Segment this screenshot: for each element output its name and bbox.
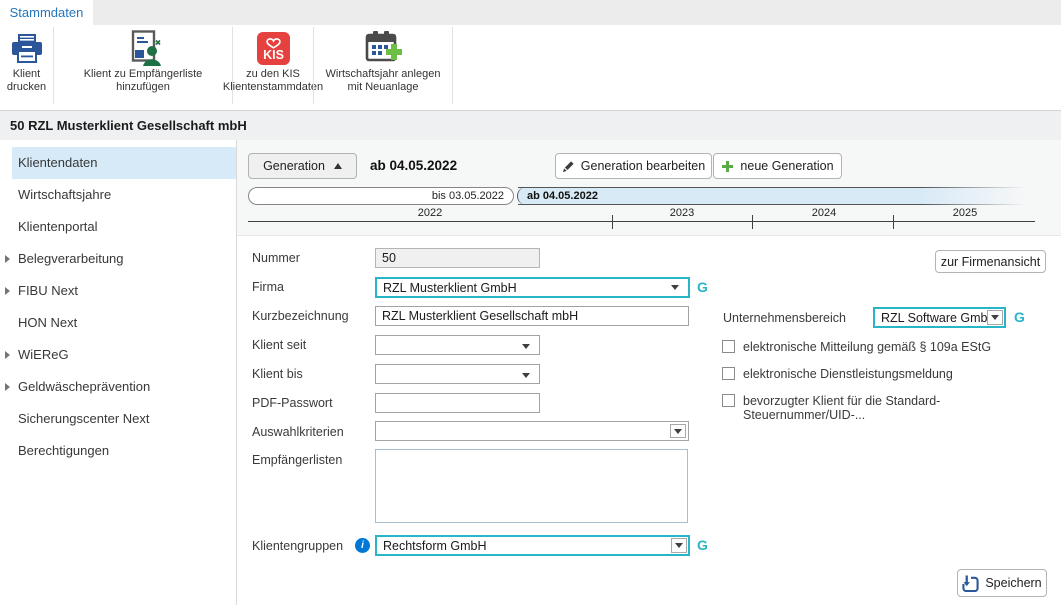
edit-generation-button[interactable]: Generation bearbeiten bbox=[555, 153, 712, 179]
current-generation-label: ab 04.05.2022 bbox=[370, 153, 457, 179]
auswahlkriterien-select[interactable] bbox=[375, 421, 689, 441]
sidebar-item-geldwaeschepraevention[interactable]: Geldwäscheprävention bbox=[0, 371, 236, 403]
klient-seit-select[interactable] bbox=[375, 335, 540, 355]
chevron-down-icon[interactable] bbox=[671, 538, 687, 553]
auswahlkriterien-label: Auswahlkriterien bbox=[252, 425, 344, 439]
ribbon-separator bbox=[452, 27, 453, 104]
timeline-axis bbox=[248, 221, 1035, 222]
expand-arrow-icon[interactable] bbox=[5, 351, 10, 359]
plus-icon bbox=[721, 160, 734, 173]
tab-stammdaten[interactable]: Stammdaten bbox=[0, 0, 93, 25]
kurzbezeichnung-field[interactable] bbox=[375, 306, 689, 326]
unternehmensbereich-select[interactable]: RZL Software GmbH bbox=[873, 307, 1006, 328]
timeline-segment-current[interactable]: ab 04.05.2022 bbox=[517, 187, 1035, 205]
nummer-field[interactable] bbox=[375, 248, 540, 268]
expand-arrow-icon[interactable] bbox=[5, 287, 10, 295]
new-generation-button[interactable]: neue Generation bbox=[713, 153, 842, 179]
chevron-down-icon[interactable] bbox=[987, 310, 1003, 325]
chevron-down-icon bbox=[671, 285, 679, 290]
pdf-passwort-label: PDF-Passwort bbox=[252, 396, 333, 410]
sidebar-item-fibu-next[interactable]: FIBU Next bbox=[0, 275, 236, 307]
ribbon-button-empfaengerliste[interactable]: Klient zu Empfängerliste hinzufügen bbox=[54, 25, 232, 110]
klient-seit-label: Klient seit bbox=[252, 338, 306, 352]
sidebar-item-klientenportal[interactable]: Klientenportal bbox=[0, 211, 236, 243]
ribbon-button-label: Wirtschaftsjahr anlegen mit Neuanlage bbox=[326, 68, 441, 94]
sidebar-item-hon-next[interactable]: HON Next bbox=[0, 307, 236, 339]
chevron-down-icon bbox=[522, 373, 530, 378]
generation-dropdown-button[interactable]: Generation bbox=[248, 153, 357, 179]
app-window: Stammdaten Klient drucken bbox=[0, 0, 1061, 605]
client-title-bar: 50 RZL Musterklient Gesellschaft mbH bbox=[0, 111, 1061, 140]
timeline-tick bbox=[752, 215, 753, 229]
nummer-label: Nummer bbox=[252, 251, 300, 265]
ribbon: Klient drucken Klient zu Empfängerliste bbox=[0, 25, 1061, 111]
printer-icon bbox=[10, 28, 44, 68]
checkbox-label: elektronische Dienstleistungsmeldung bbox=[743, 367, 953, 381]
ribbon-tabstrip: Stammdaten bbox=[0, 0, 1061, 25]
pdf-passwort-field[interactable] bbox=[375, 393, 540, 413]
klientengruppen-label: Klientengruppen bbox=[252, 539, 343, 553]
sidebar-item-sicherungscenter-next[interactable]: Sicherungscenter Next bbox=[0, 403, 236, 435]
unternehmensbereich-label: Unternehmensbereich bbox=[723, 311, 846, 325]
checkbox-bevorzugter-klient[interactable] bbox=[722, 394, 735, 407]
klient-bis-select[interactable] bbox=[375, 364, 540, 384]
timeline-year-label: 2025 bbox=[953, 207, 977, 219]
chevron-up-icon bbox=[334, 163, 342, 169]
expand-arrow-icon[interactable] bbox=[5, 255, 10, 263]
generation-flag: G bbox=[697, 279, 708, 295]
ribbon-button-wirtschaftsjahr[interactable]: Wirtschaftsjahr anlegen mit Neuanlage bbox=[314, 25, 452, 110]
zur-firmenansicht-button[interactable]: zur Firmenansicht bbox=[935, 250, 1046, 273]
calendar-add-icon bbox=[364, 28, 403, 68]
firma-label: Firma bbox=[252, 280, 284, 294]
page-title: 50 RZL Musterklient Gesellschaft mbH bbox=[10, 118, 247, 133]
checkbox-label: bevorzugter Klient für die Standard-Steu… bbox=[743, 394, 1061, 422]
add-to-recipient-list-icon bbox=[125, 28, 162, 68]
timeline-year-label: 2024 bbox=[812, 207, 836, 219]
sidebar-item-belegverarbeitung[interactable]: Belegverarbeitung bbox=[0, 243, 236, 275]
generation-panel: Generation ab 04.05.2022 Generation bear… bbox=[237, 140, 1061, 236]
sidebar-item-berechtigungen[interactable]: Berechtigungen bbox=[0, 435, 236, 467]
save-button[interactable]: Speichern bbox=[957, 569, 1047, 597]
checkbox-dienstleistungsmeldung[interactable] bbox=[722, 367, 735, 380]
expand-arrow-icon[interactable] bbox=[5, 383, 10, 391]
sidebar-item-wirtschaftsjahre[interactable]: Wirtschaftsjahre bbox=[0, 179, 236, 211]
pencil-icon bbox=[562, 160, 575, 173]
client-form: Nummer Firma RZL Musterklient GmbH G Kur… bbox=[237, 236, 1061, 605]
kurzbezeichnung-label: Kurzbezeichnung bbox=[252, 309, 349, 323]
klientengruppen-select[interactable]: Rechtsform GmbH bbox=[375, 535, 690, 556]
generation-flag: G bbox=[697, 537, 708, 553]
ribbon-button-label: Klient zu Empfängerliste hinzufügen bbox=[84, 68, 203, 94]
sidebar: Klientendaten Wirtschaftsjahre Klientenp… bbox=[0, 140, 237, 605]
generation-flag: G bbox=[1014, 309, 1025, 325]
ribbon-button-klient-drucken[interactable]: Klient drucken bbox=[0, 25, 53, 110]
checkbox-109a-estg[interactable] bbox=[722, 340, 735, 353]
ribbon-button-kis[interactable]: KIS zu den KIS Klientenstammdaten bbox=[233, 25, 313, 110]
empfaengerlisten-field[interactable] bbox=[375, 449, 688, 523]
sidebar-item-wiereg[interactable]: WiEReG bbox=[0, 339, 236, 371]
firma-select[interactable]: RZL Musterklient GmbH bbox=[375, 277, 690, 298]
timeline-tick bbox=[893, 215, 894, 229]
klient-bis-label: Klient bis bbox=[252, 367, 303, 381]
svg-text:KIS: KIS bbox=[263, 48, 284, 62]
save-icon bbox=[962, 575, 979, 592]
timeline-year-label: 2022 bbox=[418, 207, 442, 219]
empfaengerlisten-label: Empfängerlisten bbox=[252, 453, 342, 467]
ribbon-button-label: zu den KIS Klientenstammdaten bbox=[223, 68, 323, 94]
kis-icon: KIS bbox=[255, 28, 292, 68]
timeline-segment-previous[interactable]: bis 03.05.2022 bbox=[248, 187, 514, 205]
chevron-down-icon bbox=[522, 344, 530, 349]
ribbon-button-label: Klient drucken bbox=[7, 68, 46, 94]
timeline-year-label: 2023 bbox=[670, 207, 694, 219]
sidebar-item-klientendaten[interactable]: Klientendaten bbox=[0, 147, 236, 179]
chevron-down-icon[interactable] bbox=[670, 424, 686, 438]
checkbox-label: elektronische Mitteilung gemäß § 109a ES… bbox=[743, 340, 991, 354]
info-icon[interactable]: i bbox=[355, 538, 370, 553]
timeline-tick bbox=[612, 215, 613, 229]
